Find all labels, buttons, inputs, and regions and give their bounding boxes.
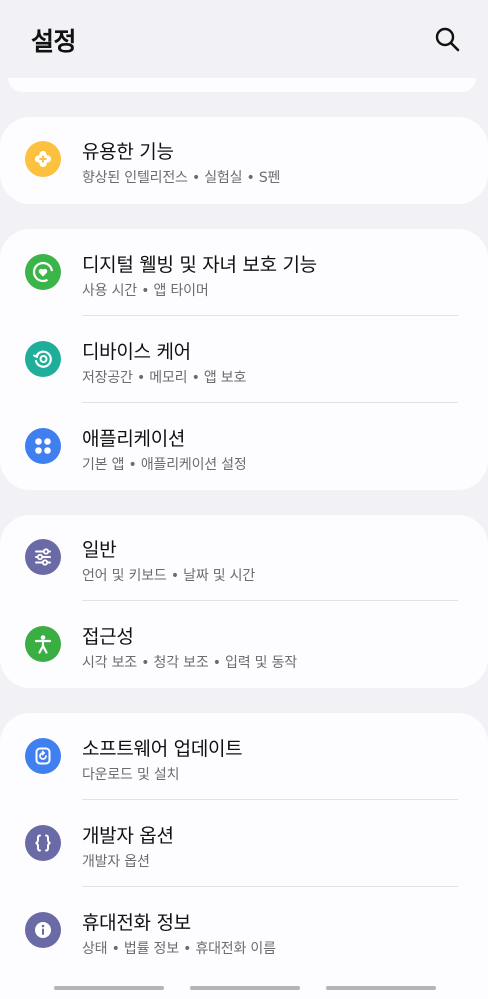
card-general-group: 일반 언어 및 키보드 • 날짜 및 시간 접근성 시각 보조 • 청각 보조 … <box>0 515 488 688</box>
item-subtitle: 기본 앱 • 애플리케이션 설정 <box>82 457 247 473</box>
settings-item-general[interactable]: 일반 언어 및 키보드 • 날짜 및 시간 <box>0 515 488 601</box>
divider <box>82 600 458 601</box>
navigation-bar <box>0 986 488 999</box>
settings-item-device-care[interactable]: 디바이스 케어 저장공간 • 메모리 • 앱 보호 <box>0 317 488 403</box>
nav-back-handle[interactable] <box>326 986 436 990</box>
item-subtitle: 향상된 인텔리전스 • 실험실 • S펜 <box>82 170 281 186</box>
card-wellbeing-group: 디지털 웰빙 및 자녀 보호 기능 사용 시간 • 앱 타이머 디바이스 케어 … <box>0 229 488 490</box>
item-title: 디지털 웰빙 및 자녀 보호 기능 <box>82 254 317 276</box>
card-about-group: 소프트웨어 업데이트 다운로드 및 설치 개발자 옵션 개발자 옵션 휴대전화 … <box>0 713 488 999</box>
item-title: 접근성 <box>82 626 134 648</box>
item-subtitle: 시각 보조 • 청각 보조 • 입력 및 동작 <box>82 655 297 671</box>
item-title: 일반 <box>82 539 117 561</box>
sliders-icon <box>25 539 61 575</box>
search-icon <box>435 27 460 52</box>
divider <box>82 315 458 316</box>
item-subtitle: 다운로드 및 설치 <box>82 767 180 783</box>
accessibility-icon <box>25 626 61 662</box>
card-useful-features: 유용한 기능 향상된 인텔리전스 • 실험실 • S펜 <box>0 117 488 204</box>
plus-flower-icon <box>25 141 61 177</box>
page-title: 설정 <box>31 27 77 56</box>
braces-icon <box>25 825 61 861</box>
info-icon <box>25 912 61 948</box>
device-care-icon <box>25 341 61 377</box>
search-button[interactable] <box>430 22 464 56</box>
item-subtitle: 저장공간 • 메모리 • 앱 보호 <box>82 370 247 386</box>
item-title: 소프트웨어 업데이트 <box>82 738 243 760</box>
nav-home-handle[interactable] <box>190 986 300 990</box>
item-title: 개발자 옵션 <box>82 825 174 847</box>
apps-grid-icon <box>25 428 61 464</box>
item-title: 디바이스 케어 <box>82 341 191 363</box>
item-title: 유용한 기능 <box>82 141 174 163</box>
settings-item-useful-features[interactable]: 유용한 기능 향상된 인텔리전스 • 실험실 • S펜 <box>0 117 488 203</box>
item-title: 애플리케이션 <box>82 428 186 450</box>
divider <box>82 799 458 800</box>
settings-item-applications[interactable]: 애플리케이션 기본 앱 • 애플리케이션 설정 <box>0 404 488 490</box>
nav-recents-handle[interactable] <box>54 986 164 990</box>
header-bar: 설정 <box>0 0 488 78</box>
settings-item-developer-options[interactable]: 개발자 옵션 개발자 옵션 <box>0 801 488 887</box>
item-subtitle: 언어 및 키보드 • 날짜 및 시간 <box>82 568 256 584</box>
divider <box>82 402 458 403</box>
item-title: 휴대전화 정보 <box>82 912 191 934</box>
wellbeing-heart-icon <box>25 254 61 290</box>
previous-card-edge <box>8 78 476 92</box>
update-icon <box>25 738 61 774</box>
item-subtitle: 사용 시간 • 앱 타이머 <box>82 283 209 299</box>
settings-item-software-update[interactable]: 소프트웨어 업데이트 다운로드 및 설치 <box>0 714 488 800</box>
item-subtitle: 상태 • 법률 정보 • 휴대전화 이름 <box>82 941 276 957</box>
settings-item-phone-info[interactable]: 휴대전화 정보 상태 • 법률 정보 • 휴대전화 이름 <box>0 888 488 974</box>
settings-item-digital-wellbeing[interactable]: 디지털 웰빙 및 자녀 보호 기능 사용 시간 • 앱 타이머 <box>0 230 488 316</box>
settings-item-accessibility[interactable]: 접근성 시각 보조 • 청각 보조 • 입력 및 동작 <box>0 602 488 688</box>
divider <box>82 886 458 887</box>
item-subtitle: 개발자 옵션 <box>82 854 150 870</box>
